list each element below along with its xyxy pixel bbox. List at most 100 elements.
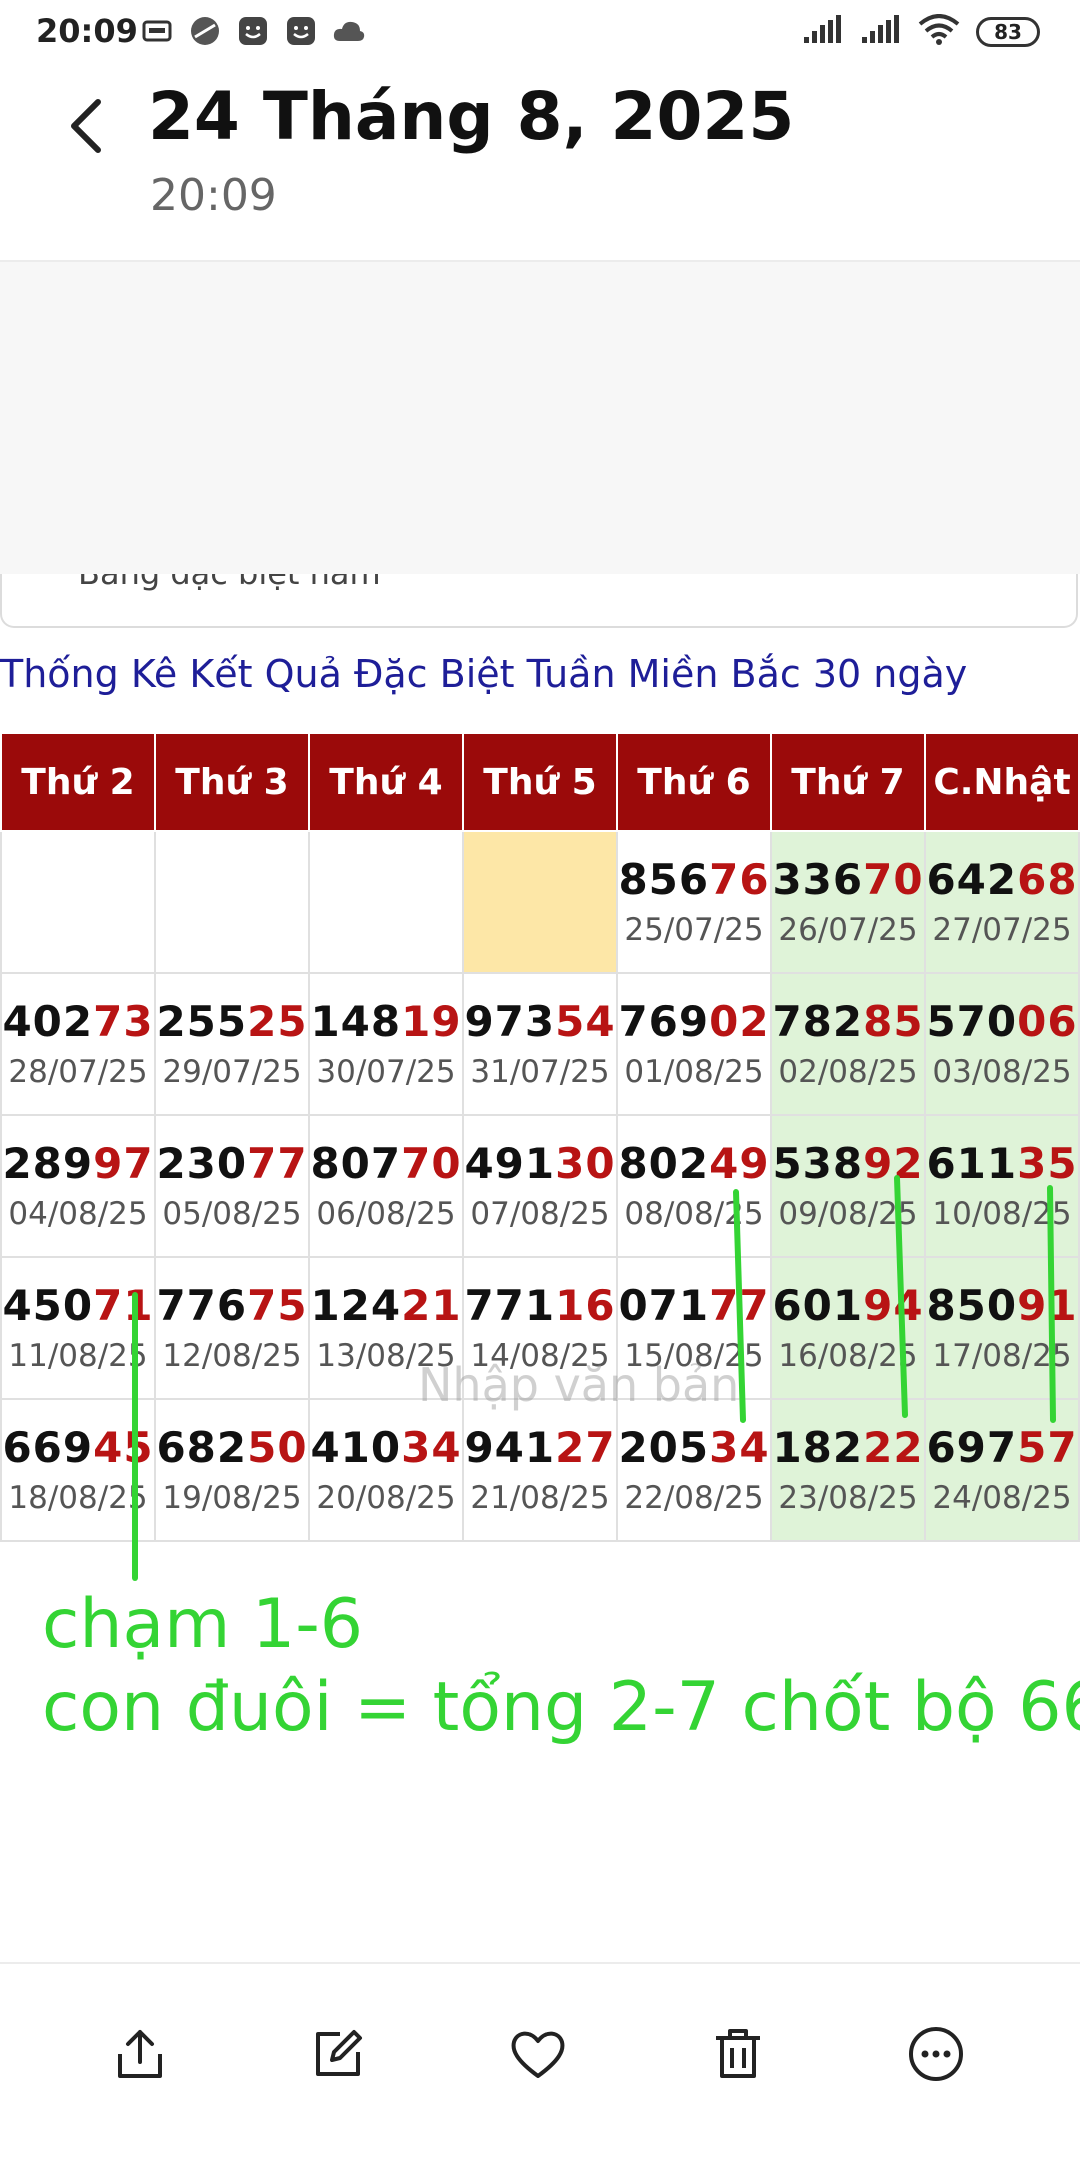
table-header-cell: C.Nhật [924,732,1080,832]
result-date: 29/07/25 [162,1054,302,1090]
result-number-tail: 73 [93,997,154,1046]
result-number-head: 697 [926,1423,1018,1472]
result-number-tail: 21 [401,1281,462,1330]
annotation-line-1: chạm 1-6 [42,1585,364,1664]
result-number-tail: 85 [863,997,924,1046]
smile-icon [236,14,270,48]
table-row: 28997 04/08/25 23077 05/08/25 80770 06/08/25 4… [0,1114,1080,1258]
result-number-tail: 19 [401,997,462,1046]
result-number-head: 669 [2,1423,94,1472]
result-cell: 57006 03/08/25 [924,972,1080,1116]
result-number: 53892 [772,1136,924,1192]
result-number: 64268 [926,852,1078,908]
result-cell [308,830,464,974]
more-icon [909,2027,963,2081]
result-cell: 53892 09/08/25 [770,1114,926,1258]
result-number-tail: 34 [401,1423,462,1472]
result-number-head: 336 [772,855,864,904]
result-number-tail: 54 [555,997,616,1046]
result-cell: 49130 07/08/25 [462,1114,618,1258]
result-number-head: 182 [772,1423,864,1472]
result-number: 66945 [2,1420,154,1476]
result-cell: 20534 22/08/25 [616,1398,772,1542]
result-number-head: 771 [464,1281,556,1330]
result-number-tail: 34 [709,1423,770,1472]
result-cell: 61135 10/08/25 [924,1114,1080,1258]
result-number-head: 782 [772,997,864,1046]
result-number: 85091 [926,1278,1078,1334]
result-number: 60194 [772,1278,924,1334]
result-number: 80249 [618,1136,770,1192]
section-title: Thống Kê Kết Quả Đặc Biệt Tuần Miền Bắc … [0,652,968,696]
table-row: 40273 28/07/25 25525 29/07/25 14819 30/07/25 9… [0,972,1080,1116]
result-number: 80770 [310,1136,462,1192]
result-date: 06/08/25 [316,1196,456,1232]
result-number-tail: 71 [93,1281,154,1330]
result-number-head: 769 [618,997,710,1046]
result-number-head: 802 [618,1139,710,1188]
result-date: 12/08/25 [162,1338,302,1374]
result-number-head: 682 [156,1423,248,1472]
result-number-tail: 25 [247,997,308,1046]
result-date: 03/08/25 [932,1054,1072,1090]
search-card: Bảng đặc biệt năm [0,574,1078,628]
result-number: 85676 [618,852,770,908]
result-cell: 33670 26/07/25 [770,830,926,974]
result-number-tail: 76 [709,855,770,904]
result-cell: 28997 04/08/25 [0,1114,156,1258]
table-header-row: Thứ 2 Thứ 3 Thứ 4 Thứ 5 Thứ 6 Thứ 7 C.Nhật [0,732,1080,832]
status-bar: 20:09 83 [0,0,1080,66]
result-date: 19/08/25 [162,1480,302,1516]
result-number-tail: 70 [863,855,924,904]
result-number-tail: 94 [863,1281,924,1330]
cloud-icon [332,14,366,48]
result-number: 78285 [772,994,924,1050]
results-table: Thứ 2 Thứ 3 Thứ 4 Thứ 5 Thứ 6 Thứ 7 C.Nhật 856… [0,732,1080,1542]
result-number-tail: 35 [1017,1139,1078,1188]
result-date: 21/08/25 [470,1480,610,1516]
result-date: 25/07/25 [624,912,764,948]
favorite-button[interactable] [498,2014,578,2094]
result-cell: 76902 01/08/25 [616,972,772,1116]
chevron-left-icon [71,99,101,153]
result-number-tail: 27 [555,1423,616,1472]
result-number-head: 289 [2,1139,94,1188]
result-number: 57006 [926,994,1078,1050]
result-cell: 45071 11/08/25 [0,1256,156,1400]
result-number-tail: 91 [1017,1281,1078,1330]
edit-button[interactable] [298,2014,378,2094]
result-number-head: 611 [926,1139,1018,1188]
back-button[interactable] [56,86,116,166]
result-number: 41034 [310,1420,462,1476]
result-cell [462,830,618,974]
result-number-tail: 68 [1017,855,1078,904]
notification-icons [140,14,366,48]
table-header-cell: Thứ 4 [308,732,464,832]
result-number-head: 491 [464,1139,556,1188]
result-number-tail: 06 [1017,997,1078,1046]
result-cell [0,830,156,974]
result-number-head: 402 [2,997,94,1046]
result-date: 05/08/25 [162,1196,302,1232]
result-number-tail: 57 [1017,1423,1078,1472]
bottom-toolbar [0,1962,1080,2162]
result-number-head: 570 [926,997,1018,1046]
result-cell: 68250 19/08/25 [154,1398,310,1542]
watermark-text: Nhập văn bản [418,1358,740,1412]
result-date: 28/07/25 [8,1054,148,1090]
result-number-head: 124 [310,1281,402,1330]
result-date: 24/08/25 [932,1480,1072,1516]
result-number: 77675 [156,1278,308,1334]
result-date: 17/08/25 [932,1338,1072,1374]
result-cell: 85676 25/07/25 [616,830,772,974]
result-date: 02/08/25 [778,1054,918,1090]
result-cell: 77675 12/08/25 [154,1256,310,1400]
share-button[interactable] [100,2014,180,2094]
app-icon [188,14,222,48]
result-number: 76902 [618,994,770,1050]
result-number-head: 807 [310,1139,402,1188]
result-number: 97354 [464,994,616,1050]
result-date: 26/07/25 [778,912,918,948]
more-button[interactable] [896,2014,976,2094]
delete-button[interactable] [698,2014,778,2094]
